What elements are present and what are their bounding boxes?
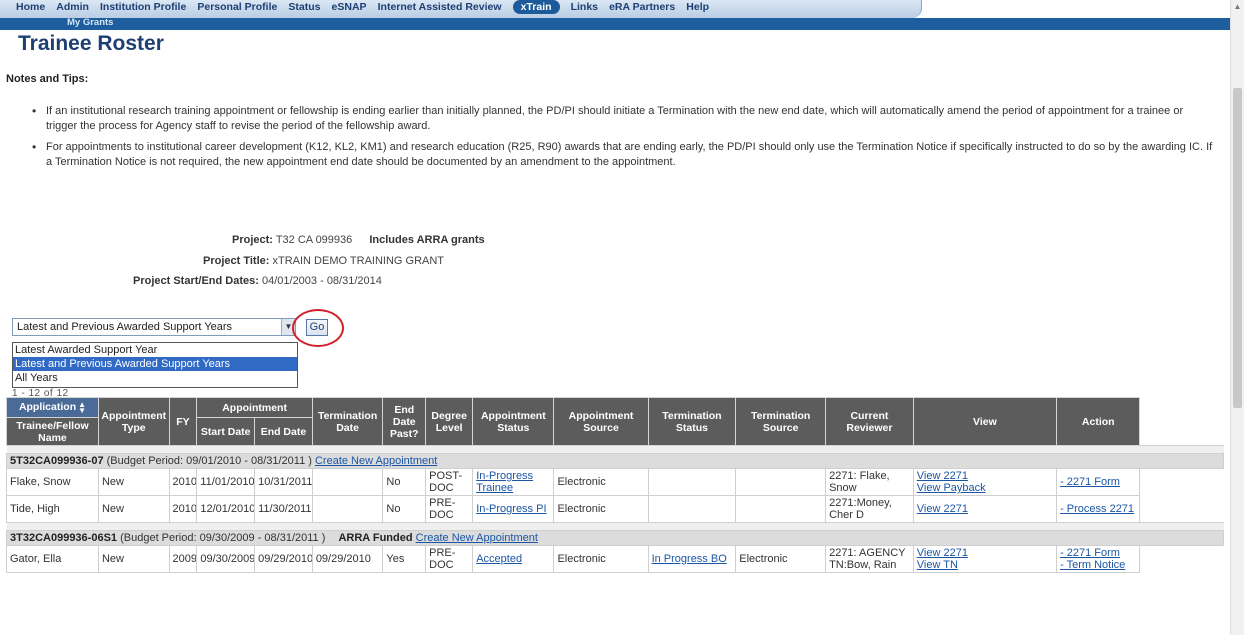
scrollbar-thumb[interactable] [1233, 88, 1242, 408]
project-label: Project: [232, 234, 273, 246]
project-title-value: xTRAIN DEMO TRAINING GRANT [272, 255, 445, 267]
grant-group-header: 5T32CA099936-07 (Budget Period: 09/01/20… [6, 453, 1224, 469]
col-termination-status: Termination Status [647, 397, 737, 446]
status-link[interactable]: In-Progress Trainee [476, 470, 533, 494]
view-payback-link[interactable]: View Payback [917, 482, 986, 494]
option-all-years[interactable]: All Years [13, 371, 297, 385]
nav-status[interactable]: Status [288, 1, 320, 13]
scroll-up-icon[interactable]: ▲ [1231, 0, 1244, 14]
col-view: View [912, 397, 1058, 446]
sub-navigation: My Grants [0, 17, 1230, 30]
top-navigation: Home Admin Institution Profile Personal … [0, 0, 922, 18]
action-link[interactable]: - Process 2271 [1060, 503, 1134, 515]
view-tn-link[interactable]: View TN [917, 559, 958, 571]
col-action: Action [1056, 397, 1141, 446]
support-year-select[interactable]: Latest and Previous Awarded Support Year… [12, 318, 296, 336]
option-latest-year[interactable]: Latest Awarded Support Year [13, 343, 297, 357]
col-fy: FY [168, 397, 198, 446]
action-link[interactable]: - 2271 Form [1060, 476, 1120, 488]
arra-funded-label: ARRA Funded [338, 532, 413, 544]
nav-era-partners[interactable]: eRA Partners [609, 1, 675, 13]
nav-links[interactable]: Links [571, 1, 598, 13]
project-value: T32 CA 099936 [275, 234, 353, 246]
status-link[interactable]: In-Progress PI [476, 503, 546, 515]
subnav-my-grants[interactable]: My Grants [67, 17, 113, 28]
support-year-options: Latest Awarded Support Year Latest and P… [12, 342, 298, 388]
project-dates-label: Project Start/End Dates: [133, 275, 259, 287]
view-link[interactable]: View 2271 [917, 470, 968, 482]
col-appointment-type: Appointment Type [97, 397, 170, 446]
sort-icon[interactable]: ▲ ▼ [78, 400, 86, 414]
col-appointment: Appointment [196, 397, 313, 418]
col-appointment-status: Appointment Status [472, 397, 555, 446]
col-end-date: End Date [254, 417, 313, 446]
action-link[interactable]: - 2271 Form [1060, 547, 1120, 559]
table-row: Gator, Ella New 2009 09/30/2009 09/29/20… [6, 545, 1224, 573]
note-item: For appointments to institutional career… [32, 140, 1216, 170]
vertical-scrollbar[interactable]: ▲ [1230, 0, 1244, 635]
col-termination-date: Termination Date [311, 397, 384, 446]
annotation-circle [292, 309, 344, 347]
create-appointment-link[interactable]: Create New Appointment [315, 455, 437, 467]
notes-list: If an institutional research training ap… [32, 104, 1216, 176]
nav-esnap[interactable]: eSNAP [332, 1, 367, 13]
nav-help[interactable]: Help [686, 1, 709, 13]
col-termination-source: Termination Source [735, 397, 827, 446]
termination-status-link[interactable]: In Progress BO [652, 553, 727, 565]
trainee-table: Application ▲ ▼ Appointment Type FY Appoin… [6, 397, 1224, 573]
nav-admin[interactable]: Admin [56, 1, 89, 13]
col-current-reviewer: Current Reviewer [825, 397, 914, 446]
nav-internet-assisted-review[interactable]: Internet Assisted Review [378, 1, 502, 13]
nav-institution-profile[interactable]: Institution Profile [100, 1, 186, 13]
table-row: Tide, High New 2010 12/01/2010 11/30/201… [6, 495, 1224, 523]
col-application[interactable]: Application ▲ ▼ [6, 397, 99, 418]
project-title-label: Project Title: [203, 255, 270, 267]
nav-xtrain[interactable]: xTrain [512, 0, 560, 14]
page-title: Trainee Roster [18, 32, 164, 55]
note-item: If an institutional research training ap… [32, 104, 1216, 134]
arra-note: Includes ARRA grants [369, 234, 485, 246]
grant-group-header: 3T32CA099936-06S1 (Budget Period: 09/30/… [6, 530, 1224, 546]
col-end-date-past: End Date Past? [382, 397, 427, 446]
col-start-date: Start Date [196, 417, 256, 446]
select-value: Latest and Previous Awarded Support Year… [17, 321, 233, 333]
nav-home[interactable]: Home [16, 1, 45, 13]
col-trainee-name: Trainee/Fellow Name [6, 417, 99, 446]
status-link[interactable]: Accepted [476, 553, 522, 565]
nav-personal-profile[interactable]: Personal Profile [197, 1, 277, 13]
notes-heading: Notes and Tips: [6, 73, 89, 85]
project-dates-value: 04/01/2003 - 08/31/2014 [261, 275, 382, 287]
col-degree-level: Degree Level [425, 397, 474, 446]
option-latest-and-previous[interactable]: Latest and Previous Awarded Support Year… [13, 357, 297, 371]
create-appointment-link[interactable]: Create New Appointment [416, 532, 538, 544]
view-link[interactable]: View 2271 [917, 547, 968, 559]
browser-viewport: Home Admin Institution Profile Personal … [0, 0, 1230, 635]
table-row: Flake, Snow New 2010 11/01/2010 10/31/20… [6, 468, 1224, 496]
view-link[interactable]: View 2271 [917, 503, 968, 515]
col-appointment-source: Appointment Source [553, 397, 649, 446]
term-notice-link[interactable]: - Term Notice [1060, 559, 1125, 571]
